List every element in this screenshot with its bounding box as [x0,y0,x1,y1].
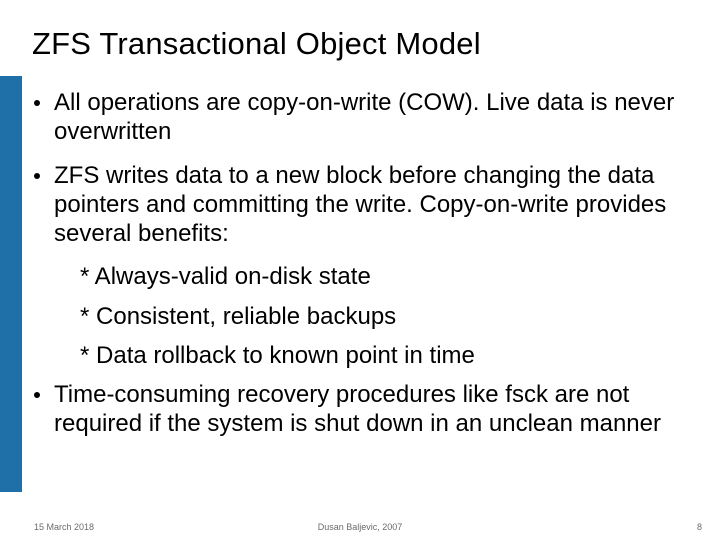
footer-page-number: 8 [697,522,702,532]
sub-item: * Always-valid on-disk state [80,262,696,291]
slide-title: ZFS Transactional Object Model [32,26,481,62]
bullet-dot-icon [34,392,40,398]
slide-content: All operations are copy-on-write (COW). … [34,88,696,453]
slide: ZFS Transactional Object Model All opera… [0,0,720,540]
accent-bar [0,76,22,492]
bullet-text: Time-consuming recovery procedures like … [54,380,696,439]
bullet-text: All operations are copy-on-write (COW). … [54,88,696,147]
bullet-dot-icon [34,100,40,106]
bullet-dot-icon [34,173,40,179]
bullet-item: ZFS writes data to a new block before ch… [34,161,696,249]
sub-list: * Always-valid on-disk state * Consisten… [80,262,696,370]
bullet-item: All operations are copy-on-write (COW). … [34,88,696,147]
footer-author: Dusan Baljevic, 2007 [0,522,720,532]
slide-footer: 15 March 2018 Dusan Baljevic, 2007 8 [0,516,720,532]
sub-item: * Consistent, reliable backups [80,302,696,331]
sub-item: * Data rollback to known point in time [80,341,696,370]
bullet-text: ZFS writes data to a new block before ch… [54,161,696,249]
bullet-item: Time-consuming recovery procedures like … [34,380,696,439]
